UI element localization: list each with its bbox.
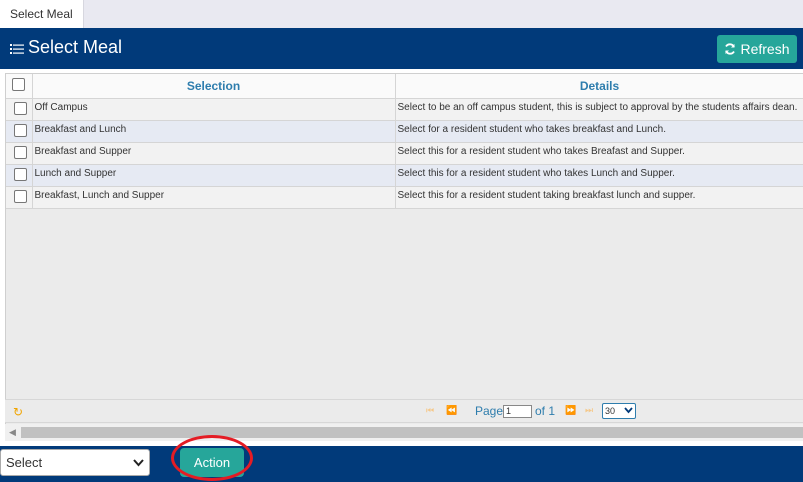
column-header-details[interactable]: Details (395, 74, 803, 99)
scroll-left-icon[interactable]: ◀ (9, 427, 16, 438)
scrollbar-thumb[interactable] (21, 427, 803, 438)
details-cell: Select to be an off campus student, this… (395, 98, 803, 121)
page-number-input[interactable]: 1 (503, 405, 532, 418)
details-cell: Select this for a resident student takin… (395, 186, 803, 209)
page-title: Select Meal (28, 37, 123, 57)
tab-strip: Select Meal (0, 0, 803, 28)
column-header-selection[interactable]: Selection (32, 74, 396, 99)
selection-cell: Breakfast, Lunch and Supper (32, 186, 396, 209)
page-label: Page (475, 404, 504, 418)
details-cell: Select for a resident student who takes … (395, 120, 803, 143)
page-title-wrap: Select Meal (10, 37, 122, 58)
row-checkbox-cell (6, 120, 33, 143)
row-checkbox-cell (6, 142, 33, 165)
row-checkbox[interactable] (14, 189, 27, 203)
page-header: Select Meal Refresh (0, 28, 803, 69)
last-page-icon[interactable]: ⏭ (585, 405, 593, 416)
selection-cell: Breakfast and Lunch (32, 120, 396, 143)
table-row[interactable]: Breakfast, Lunch and Supper Select this … (6, 186, 803, 209)
reload-icon[interactable]: ↻ (13, 405, 23, 419)
action-select[interactable]: Select (0, 449, 150, 476)
row-checkbox-cell (6, 186, 33, 209)
table-row[interactable]: Off Campus Select to be an off campus st… (6, 98, 803, 121)
row-checkbox-cell (6, 98, 33, 121)
refresh-button[interactable]: Refresh (717, 35, 797, 63)
meal-table: Selection Details Off Campus Select to b… (6, 74, 803, 209)
grid-pager: ↻ ⏮ ⏪ ⏩ ⏭ Page 1 of 1 30 (5, 399, 803, 423)
table-row[interactable]: Lunch and Supper Select this for a resid… (6, 164, 803, 187)
page-count-label: of 1 (535, 404, 556, 418)
refresh-icon (725, 43, 736, 55)
list-icon (10, 43, 24, 54)
select-all-checkbox[interactable] (12, 77, 26, 91)
rows-per-page-select[interactable]: 30 (602, 403, 636, 419)
horizontal-scrollbar[interactable]: ◀ (5, 424, 803, 441)
next-page-icon[interactable]: ⏩ (565, 405, 576, 416)
rows-per-page-value: 30 (605, 406, 616, 416)
selection-cell: Off Campus (32, 98, 396, 121)
selection-cell: Breakfast and Supper (32, 142, 396, 165)
selection-cell: Lunch and Supper (32, 164, 396, 187)
select-all-cell (6, 74, 33, 99)
row-checkbox[interactable] (14, 101, 27, 115)
row-checkbox[interactable] (14, 145, 27, 159)
action-button[interactable]: Action (180, 448, 244, 477)
first-page-icon[interactable]: ⏮ (426, 405, 434, 416)
row-checkbox[interactable] (14, 167, 27, 181)
row-checkbox[interactable] (14, 123, 27, 137)
table-header-row: Selection Details (6, 74, 803, 99)
row-checkbox-cell (6, 164, 33, 187)
footer-bar: Select Action (0, 446, 803, 482)
details-cell: Select this for a resident student who t… (395, 164, 803, 187)
refresh-label: Refresh (740, 41, 790, 57)
chevron-down-icon (133, 459, 144, 467)
chevron-down-icon (624, 407, 633, 414)
meal-grid: Selection Details Off Campus Select to b… (5, 73, 803, 439)
table-row[interactable]: Breakfast and Lunch Select for a residen… (6, 120, 803, 143)
table-row[interactable]: Breakfast and Supper Select this for a r… (6, 142, 803, 165)
prev-page-icon[interactable]: ⏪ (446, 405, 457, 416)
details-cell: Select this for a resident student who t… (395, 142, 803, 165)
action-select-value: Select (6, 455, 43, 470)
tab-select-meal[interactable]: Select Meal (0, 0, 84, 28)
